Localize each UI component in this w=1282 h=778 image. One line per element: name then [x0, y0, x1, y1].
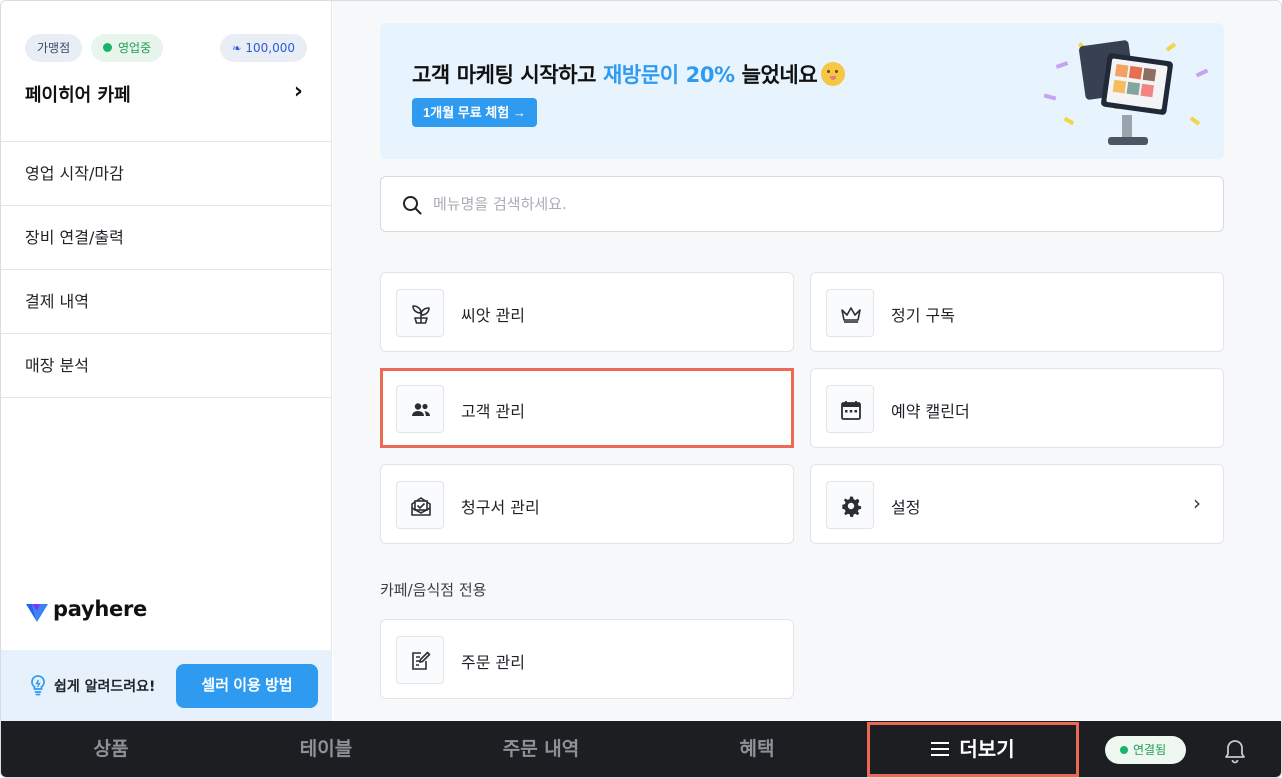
users-icon [396, 385, 444, 433]
banner-title-part2: 늘었네요 [734, 63, 818, 87]
medal-icon: ❧ [232, 42, 242, 55]
shushing-face-icon [821, 62, 846, 86]
tab-benefits[interactable]: 혜택 [651, 721, 863, 777]
sidebar-item-business-open-close[interactable]: 영업 시작/마감 [1, 142, 331, 206]
banner-title-part1: 고객 마케팅 시작하고 [412, 63, 604, 87]
app-window: 가맹점 영업중 ❧ 100,000 페이히어 카페 › 영업 시작/마감 장비 연… [0, 0, 1282, 778]
tab-more[interactable]: 더보기 [867, 722, 1079, 777]
menu-card-label: 고객 관리 [461, 402, 525, 421]
menu-card-label: 예약 캘린더 [891, 402, 970, 421]
menu-card-order-management[interactable]: 주문 관리 [380, 619, 794, 699]
menu-search-box[interactable] [380, 176, 1224, 232]
store-header[interactable]: 가맹점 영업중 ❧ 100,000 페이히어 카페 › [1, 1, 331, 142]
menu-card-label: 씨앗 관리 [461, 306, 525, 325]
menu-card-settings[interactable]: 설정 › [810, 464, 1224, 544]
connection-status-label: 연결됨 [1133, 743, 1167, 757]
franchise-badge: 가맹점 [25, 34, 83, 62]
open-status-badge: 영업중 [91, 34, 164, 62]
sprout-icon [396, 289, 444, 337]
tab-tables[interactable]: 테이블 [221, 721, 431, 777]
menu-search-input[interactable] [433, 185, 1193, 223]
seller-guide-button[interactable]: 셀러 이용 방법 [176, 664, 318, 708]
lightbulb-icon [31, 675, 45, 696]
menu-card-subscription[interactable]: 정기 구독 [810, 272, 1224, 352]
connection-status-badge[interactable]: 연결됨 [1105, 736, 1186, 764]
status-dot-icon [103, 43, 112, 52]
sidebar-item-store-analytics[interactable]: 매장 분석 [1, 334, 331, 398]
menu-card-label: 주문 관리 [461, 653, 525, 672]
payhere-logo-icon [26, 604, 48, 622]
invoice-icon [396, 481, 444, 529]
menu-card-label: 청구서 관리 [461, 498, 540, 517]
order-edit-icon [396, 636, 444, 684]
store-name: 페이히어 카페 [25, 85, 131, 106]
sidebar: 가맹점 영업중 ❧ 100,000 페이히어 카페 › 영업 시작/마감 장비 연… [1, 1, 332, 721]
help-bar: 쉽게 알려드려요! 셀러 이용 방법 [1, 650, 332, 721]
menu-card-label: 정기 구독 [891, 306, 955, 325]
crown-icon [826, 289, 874, 337]
sidebar-item-payment-history[interactable]: 결제 내역 [1, 270, 331, 334]
chevron-right-icon[interactable]: › [294, 79, 303, 104]
gear-icon [826, 481, 874, 529]
menu-icon [931, 742, 950, 757]
store-badges: 가맹점 영업중 ❧ 100,000 [25, 34, 307, 62]
points-value: 100,000 [245, 41, 295, 55]
chevron-right-icon: › [1193, 491, 1201, 515]
menu-card-invoice-management[interactable]: 청구서 관리 [380, 464, 794, 544]
menu-card-customer-management[interactable]: 고객 관리 [380, 368, 794, 448]
search-icon [403, 196, 422, 215]
menu-card-label: 설정 [891, 498, 921, 517]
status-dot-icon [1120, 746, 1128, 754]
free-trial-button[interactable]: 1개월 무료 체험 → [412, 98, 537, 127]
tab-order-history[interactable]: 주문 내역 [431, 721, 651, 777]
section-title-cafe-restaurant: 카페/음식점 전용 [380, 581, 487, 599]
tab-products[interactable]: 상품 [1, 721, 221, 777]
brand-name: payhere [53, 597, 147, 621]
points-badge[interactable]: ❧ 100,000 [220, 34, 307, 62]
open-status-label: 영업중 [118, 41, 152, 55]
menu-card-seed-management[interactable]: 씨앗 관리 [380, 272, 794, 352]
bell-icon[interactable] [1223, 738, 1247, 764]
calendar-icon [826, 385, 874, 433]
main-content: 고객 마케팅 시작하고 재방문이 20% 늘었네요 1개월 무료 체험 → 메뉴… [333, 1, 1281, 721]
help-text: 쉽게 알려드려요! [54, 679, 156, 695]
menu-card-reservation-calendar[interactable]: 예약 캘린더 [810, 368, 1224, 448]
tab-more-label: 더보기 [959, 737, 1015, 761]
bottom-nav: 상품 테이블 주문 내역 혜택 더보기 연결됨 [1, 721, 1281, 777]
promo-banner[interactable]: 고객 마케팅 시작하고 재방문이 20% 늘었네요 1개월 무료 체험 → [380, 23, 1224, 159]
sidebar-item-device-connection[interactable]: 장비 연결/출력 [1, 206, 331, 270]
banner-title-highlight: 재방문이 20% [603, 63, 735, 87]
pos-terminal-illustration-icon [1043, 40, 1209, 145]
banner-title: 고객 마케팅 시작하고 재방문이 20% 늘었네요 [412, 59, 846, 89]
